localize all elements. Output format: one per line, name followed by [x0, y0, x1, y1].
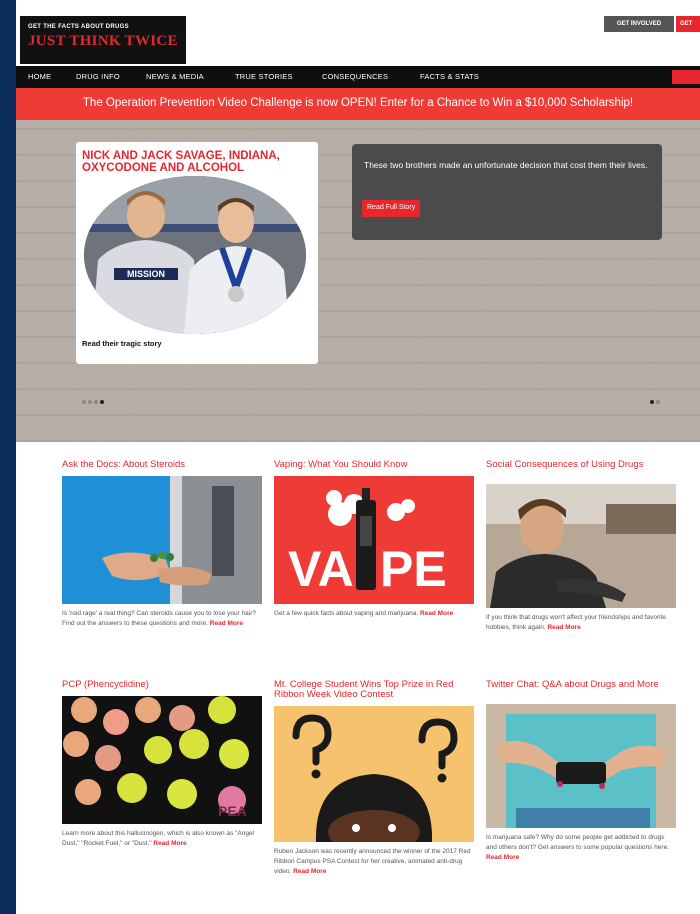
page: GET THE FACTS ABOUT DRUGS JUST THINK TWI… — [16, 0, 700, 914]
read-more-link[interactable]: Read More — [547, 624, 580, 631]
carousel-dot[interactable] — [82, 400, 86, 404]
article-summary: Learn more about this hallucinogen, whic… — [62, 830, 255, 847]
nav-search-button[interactable] — [672, 70, 700, 84]
featured-story-photo[interactable]: MISSION — [84, 176, 306, 334]
article-summary: Is marijuana safe? Why do some people ge… — [486, 834, 669, 861]
article-card: Vaping: What You Should Know VA PE Get a… — [274, 460, 474, 619]
question-marks-graphic — [274, 706, 474, 842]
nav-item-facts-stats[interactable]: FACTS & STATS — [420, 72, 479, 81]
nav-item-true-stories[interactable]: TRUE STORIES — [235, 72, 293, 81]
article-summary: If you think that drugs won't affect you… — [486, 614, 666, 631]
article-summary: Ruben Jackson was recently announced the… — [274, 848, 471, 875]
article-title[interactable]: Mt. College Student Wins Top Prize in Re… — [274, 680, 474, 704]
article-image[interactable]: VA PE — [274, 476, 474, 604]
carousel-arrows — [650, 391, 662, 409]
article-summary: Get a few quick facts about vaping and m… — [274, 610, 454, 617]
article-card: Twitter Chat: Q&A about Drugs and More I… — [486, 680, 676, 863]
article-summary: Is 'roid rage' a real thing? Can steroid… — [62, 610, 256, 627]
article-image[interactable] — [62, 476, 262, 604]
article-title[interactable]: Twitter Chat: Q&A about Drugs and More — [486, 680, 676, 704]
articles-grid: Ask the Docs: About Steroids Is 'roid ra… — [16, 442, 700, 914]
hero-carousel: NICK AND JACK SAVAGE, INDIANA, OXYCODONE… — [16, 120, 700, 442]
jersey-text: MISSION — [127, 269, 165, 279]
read-more-link[interactable]: Read More — [293, 868, 326, 875]
pills-photo: PEA — [62, 696, 262, 824]
carousel-dot-active[interactable] — [100, 400, 104, 404]
article-card: Social Consequences of Using Drugs If yo… — [486, 460, 676, 633]
site-logo[interactable]: GET THE FACTS ABOUT DRUGS JUST THINK TWI… — [20, 16, 186, 64]
read-more-link[interactable]: Read More — [420, 610, 453, 617]
featured-story-subtitle[interactable]: Read their tragic story — [82, 339, 162, 348]
article-title[interactable]: Social Consequences of Using Drugs — [486, 460, 676, 484]
steroids-photo — [62, 476, 262, 604]
article-image[interactable] — [486, 704, 676, 828]
top-header: GET THE FACTS ABOUT DRUGS JUST THINK TWI… — [16, 0, 700, 66]
pill-label: PEA — [218, 803, 247, 819]
vape-word-left: VA — [288, 541, 354, 597]
story-description-box: These two brothers made an unfortunate d… — [352, 144, 662, 240]
read-more-link[interactable]: Read More — [486, 854, 519, 861]
nav-item-consequences[interactable]: CONSEQUENCES — [322, 72, 388, 81]
vape-word-right: PE — [380, 541, 447, 597]
nav-item-drug-info[interactable]: DRUG INFO — [76, 72, 120, 81]
featured-story-title[interactable]: NICK AND JACK SAVAGE, INDIANA, OXYCODONE… — [82, 150, 318, 174]
main-nav: HOME DRUG INFO NEWS & MEDIA TRUE STORIES… — [16, 66, 700, 88]
get-involved-button[interactable]: GET INVOLVED — [604, 16, 674, 32]
logo-title: JUST THINK TWICE — [28, 33, 178, 49]
carousel-dots — [82, 391, 106, 404]
teen-photo — [486, 484, 676, 608]
get-button[interactable]: GET — [676, 16, 700, 32]
read-more-link[interactable]: Read More — [210, 620, 243, 627]
story-description: These two brothers made an unfortunate d… — [364, 160, 648, 170]
carousel-prev[interactable] — [650, 400, 654, 404]
carousel-dot[interactable] — [88, 400, 92, 404]
carousel-next[interactable] — [656, 400, 660, 404]
nav-item-home[interactable]: HOME — [28, 72, 51, 81]
carousel-dot[interactable] — [94, 400, 98, 404]
vape-graphic: VA PE — [274, 476, 474, 604]
article-card: Ask the Docs: About Steroids Is 'roid ra… — [62, 460, 262, 629]
article-image[interactable]: PEA — [62, 696, 262, 824]
promo-banner[interactable]: The Operation Prevention Video Challenge… — [16, 88, 700, 120]
article-card: Mt. College Student Wins Top Prize in Re… — [274, 680, 474, 877]
nav-item-news-media[interactable]: NEWS & MEDIA — [146, 72, 204, 81]
brothers-photo: MISSION — [84, 176, 306, 334]
featured-story-card[interactable]: NICK AND JACK SAVAGE, INDIANA, OXYCODONE… — [76, 142, 318, 364]
read-full-story-button[interactable]: Read Full Story — [362, 200, 421, 217]
article-image[interactable] — [486, 484, 676, 608]
phone-hands-photo — [486, 704, 676, 828]
article-image[interactable] — [274, 706, 474, 842]
read-more-link[interactable]: Read More — [153, 840, 186, 847]
article-card: PCP (Phencyclidine) PEA Learn more about… — [62, 680, 262, 849]
logo-tagline: GET THE FACTS ABOUT DRUGS — [28, 24, 129, 30]
